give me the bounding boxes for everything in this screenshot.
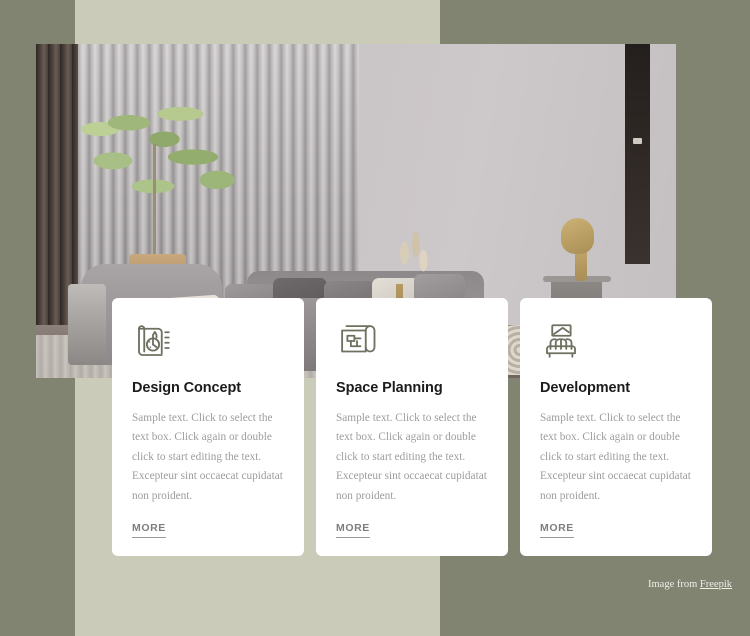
sofa-icon bbox=[540, 320, 582, 362]
feature-card-development[interactable]: Development Sample text. Click to select… bbox=[520, 298, 712, 556]
olive-tree-foliage bbox=[80, 90, 241, 218]
door-handle bbox=[633, 137, 643, 145]
more-link[interactable]: MORE bbox=[132, 522, 166, 539]
floor-plan-icon bbox=[336, 320, 378, 362]
feature-card-space-planning[interactable]: Space Planning Sample text. Click to sel… bbox=[316, 298, 508, 556]
card-title: Development bbox=[540, 380, 630, 396]
olive-tree-trunk bbox=[153, 144, 157, 265]
freepik-link[interactable]: Freepik bbox=[700, 579, 732, 590]
door-opening bbox=[624, 44, 651, 265]
more-link[interactable]: MORE bbox=[336, 522, 370, 539]
card-body-text: Sample text. Click to select the text bo… bbox=[336, 412, 487, 502]
design-concept-icon bbox=[132, 320, 174, 362]
card-title: Design Concept bbox=[132, 380, 241, 396]
attribution-prefix: Image from bbox=[648, 579, 700, 590]
armchair-throw bbox=[68, 284, 107, 365]
feature-card-list: Design Concept Sample text. Click to sel… bbox=[112, 298, 712, 556]
card-body-text: Sample text. Click to select the text bo… bbox=[132, 412, 283, 502]
more-link[interactable]: MORE bbox=[540, 522, 574, 539]
table-lamp-shade bbox=[560, 217, 595, 255]
card-body-text: Sample text. Click to select the text bo… bbox=[540, 412, 691, 502]
feature-card-design-concept[interactable]: Design Concept Sample text. Click to sel… bbox=[112, 298, 304, 556]
image-attribution: Image from Freepik bbox=[648, 579, 732, 590]
card-title: Space Planning bbox=[336, 380, 443, 396]
